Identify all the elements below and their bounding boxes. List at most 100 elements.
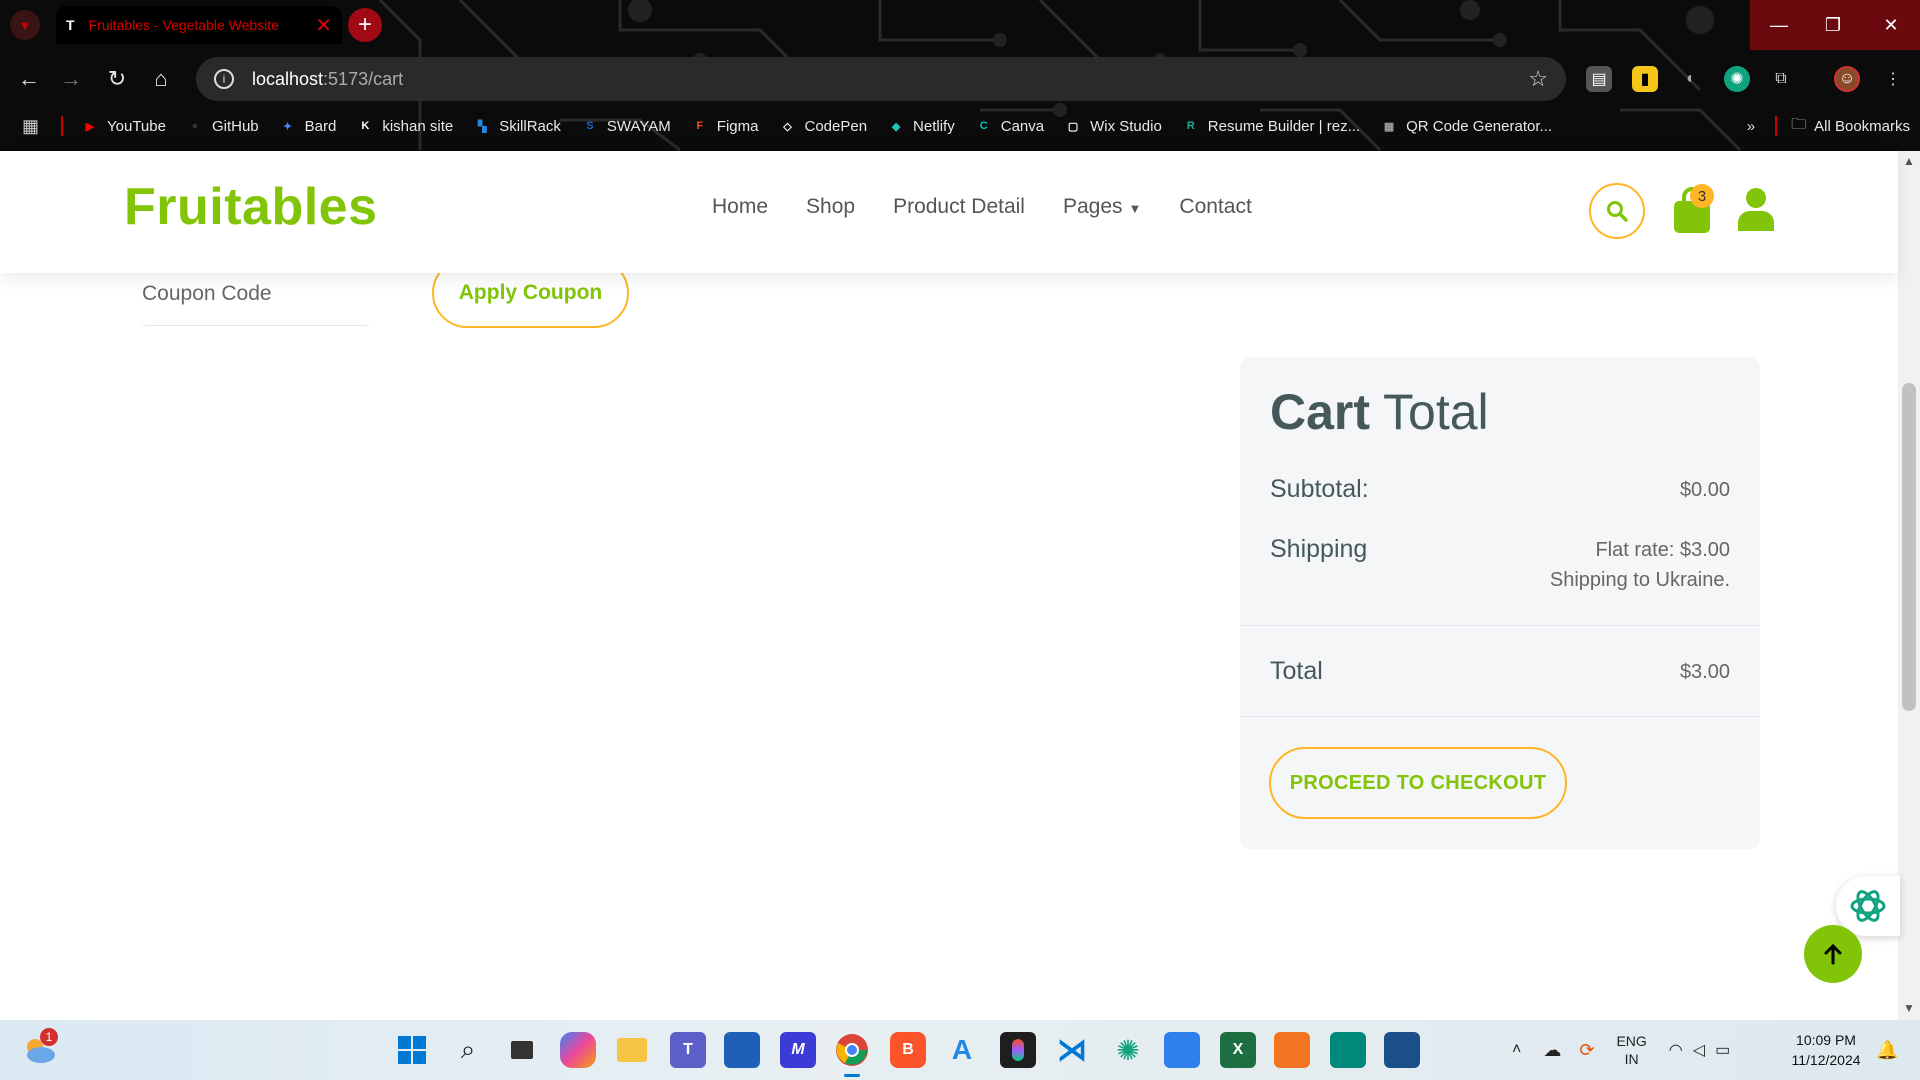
nav-pages-label: Pages (1062, 195, 1123, 218)
scrollbar-thumb[interactable] (1902, 383, 1916, 711)
browser-tab-active[interactable]: T Fruitables - Vegetable Website ✕ (56, 6, 342, 44)
cart-total-title-rest: Total (1383, 384, 1489, 440)
language-indicator[interactable]: ENG IN (1616, 1032, 1646, 1068)
nav-home[interactable]: Home (712, 195, 768, 219)
divider (1240, 716, 1760, 717)
site-info-icon[interactable]: i (214, 69, 234, 89)
bookmark-item[interactable]: ● GitHub (186, 117, 259, 135)
vscode-icon[interactable]: ⋊ (1054, 1032, 1090, 1068)
notepad-icon[interactable] (1164, 1032, 1200, 1068)
notifications-icon[interactable]: 🔔 (1876, 1040, 1898, 1061)
extension-icon[interactable]: ▮ (1632, 66, 1658, 92)
excel-icon[interactable]: X (1220, 1032, 1256, 1068)
window-minimize-button[interactable]: — (1750, 0, 1808, 50)
bookmark-item[interactable]: ✦ Bard (279, 117, 336, 135)
windows-logo-icon (398, 1036, 426, 1064)
browser-menu-icon[interactable]: ⋮ (1880, 66, 1906, 92)
scroll-up-arrow-icon[interactable]: ▲ (1900, 152, 1918, 170)
bookmark-item[interactable]: ▶ YouTube (81, 117, 166, 135)
windows-start-icon[interactable] (394, 1032, 430, 1068)
chevron-up-icon[interactable]: ˄ (1512, 1041, 1521, 1059)
folder-shape (617, 1038, 647, 1062)
xampp-icon[interactable] (1274, 1032, 1310, 1068)
bookmark-label: kishan site (382, 117, 454, 135)
bookmark-favicon-icon: ▦ (1383, 120, 1395, 133)
total-value: $3.00 (1679, 661, 1730, 683)
teams-icon[interactable]: T (670, 1032, 706, 1068)
home-icon[interactable]: ⌂ (146, 64, 176, 94)
brave-icon[interactable]: B (890, 1032, 926, 1068)
scroll-down-arrow-icon[interactable]: ▼ (1900, 999, 1918, 1017)
file-explorer-icon[interactable] (614, 1032, 650, 1068)
app-icon[interactable] (1384, 1032, 1420, 1068)
bookmark-favicon-icon: K (361, 120, 370, 132)
back-icon[interactable]: ← (14, 64, 44, 94)
copilot-icon[interactable] (560, 1032, 596, 1068)
proceed-to-checkout-button[interactable]: PROCEED TO CHECKOUT (1269, 747, 1567, 819)
weather-notification-badge: 1 (40, 1028, 58, 1046)
new-tab-button[interactable]: + (348, 8, 382, 42)
bookmark-favicon-icon: ◆ (891, 120, 901, 133)
clock[interactable]: 10:09 PM 11/12/2024 (1786, 1030, 1866, 1070)
extension-icon[interactable]: ◐ (1678, 66, 1704, 92)
cart-count-badge: 3 (1690, 184, 1714, 208)
task-view-icon[interactable] (504, 1032, 540, 1068)
clock-date: 11/12/2024 (1791, 1052, 1861, 1068)
bookmark-item[interactable]: S SWAYAM (581, 117, 671, 135)
sync-icon[interactable]: ⟳ (1579, 1040, 1594, 1061)
chatgpt-app-icon[interactable]: ✺ (1110, 1032, 1146, 1068)
site-header: Fruitables Home Shop Product Detail Page… (0, 151, 1898, 273)
wifi-icon[interactable]: ◠ (1669, 1040, 1683, 1060)
nav-shop[interactable]: Shop (806, 195, 855, 219)
address-bar[interactable]: i localhost :5173/cart ☆ (196, 57, 1566, 101)
window-close-button[interactable]: ✕ (1862, 0, 1920, 50)
bookmark-label: Canva (1000, 117, 1045, 135)
extension-icon[interactable]: ▤ (1586, 66, 1612, 92)
app-icon[interactable]: M (780, 1032, 816, 1068)
tab-close-icon[interactable]: ✕ (315, 13, 332, 38)
volume-icon[interactable]: ◁ (1693, 1040, 1705, 1060)
nav-contact[interactable]: Contact (1179, 195, 1251, 219)
app-icon[interactable]: A (944, 1032, 980, 1068)
bookmark-item[interactable]: C Canva (975, 117, 1044, 135)
tab-search-button[interactable]: ▼ (10, 10, 40, 40)
user-icon[interactable] (1738, 187, 1774, 231)
chatgpt-extension-icon[interactable]: ✺ (1724, 66, 1750, 92)
nav-pages-dropdown[interactable]: Pages ▼ (1063, 195, 1141, 219)
forward-icon[interactable]: → (56, 64, 86, 94)
bookmark-item[interactable]: R Resume Builder | rez... (1182, 117, 1360, 135)
meet-icon[interactable] (1330, 1032, 1366, 1068)
back-to-top-button[interactable] (1804, 925, 1862, 983)
extensions-puzzle-icon[interactable]: ⧉ (1768, 66, 1794, 92)
bookmark-item[interactable]: ▢ Wix Studio (1064, 117, 1162, 135)
bookmark-item[interactable]: ◆ Netlify (887, 117, 955, 135)
onedrive-icon[interactable]: ☁ (1543, 1040, 1561, 1061)
bookmark-favicon-icon: ◇ (783, 120, 792, 133)
system-tray: ˄ ☁ ⟳ ENG IN ◠ ◁ ▭ (1512, 1028, 1730, 1072)
window-restore-button[interactable]: ❐ (1804, 0, 1862, 50)
nav-product-detail[interactable]: Product Detail (893, 195, 1025, 219)
site-logo[interactable]: Fruitables (124, 177, 378, 237)
search-icon (1607, 201, 1628, 222)
bookmark-favicon-icon: ▶ (85, 120, 95, 133)
profile-avatar[interactable]: ☺ (1834, 66, 1860, 92)
apps-grid-icon[interactable]: ▦ (22, 116, 39, 137)
bookmark-star-icon[interactable]: ☆ (1528, 66, 1548, 92)
bookmark-item[interactable]: Kkishan site (356, 117, 453, 135)
bookmark-label: Resume Builder | rez... (1207, 117, 1361, 135)
search-button[interactable] (1589, 183, 1645, 239)
bookmark-item[interactable]: ▦ QR Code Generator... (1380, 117, 1552, 135)
bookmark-item[interactable]: ◇ CodePen (778, 117, 867, 135)
bookmarks-overflow-icon[interactable]: » (1747, 118, 1755, 135)
store-icon[interactable] (724, 1032, 760, 1068)
search-icon[interactable]: ⌕ (450, 1032, 486, 1068)
figma-icon[interactable] (1000, 1032, 1036, 1068)
bookmark-item[interactable]: F Figma (691, 117, 758, 135)
all-bookmarks-folder[interactable]: 🗀 All Bookmarks (1791, 114, 1910, 139)
chrome-icon[interactable] (834, 1032, 870, 1068)
reload-icon[interactable]: ↻ (102, 64, 132, 94)
bookmark-label: SkillRack (499, 117, 561, 135)
cart-total-title-bold: Cart (1270, 384, 1371, 440)
battery-icon[interactable]: ▭ (1715, 1040, 1730, 1060)
bookmark-item[interactable]: ▚ SkillRack (473, 117, 561, 135)
